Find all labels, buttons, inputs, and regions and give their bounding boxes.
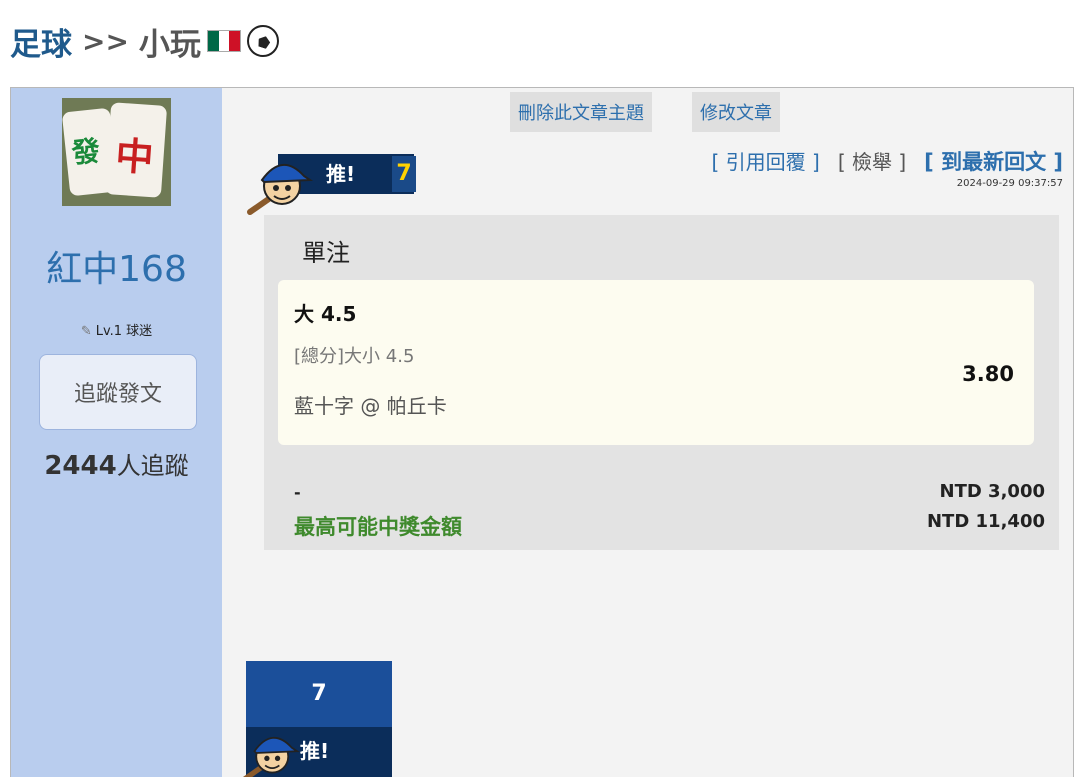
avatar[interactable]: 發 中 [62,98,171,206]
post-content: 刪除此文章主題 修改文章 推! 7 [ 引用回覆 ] [ 檢舉 ] [ 到最新回… [222,88,1073,777]
avatar-tile: 中 [104,102,168,198]
post-frame: 發 中 紅中168 ✎ Lv.1 球迷 追蹤發文 2444人追蹤 刪除此文章主題 … [10,87,1074,777]
author-level-text: Lv.1 球迷 [95,324,153,339]
bet-type: 單注 [302,239,350,267]
push-label-bottom: 推! [300,739,330,763]
bet-odds: 3.80 [962,362,1014,386]
author-sidebar: 發 中 紅中168 ✎ Lv.1 球迷 追蹤發文 2444人追蹤 [11,88,222,777]
push-button[interactable]: 推! 7 [244,146,422,215]
push-button-bottom[interactable]: 7 推! [242,661,392,777]
delete-topic-button[interactable]: 刪除此文章主題 [510,92,652,132]
follower-number: 2444 [44,451,117,481]
author-level: ✎ Lv.1 球迷 [11,320,222,339]
report-link[interactable]: [ 檢舉 ] [838,146,906,176]
follow-button[interactable]: 追蹤發文 [39,354,197,430]
mexico-flag-icon [206,30,241,52]
breadcrumb-separator: >> [82,24,129,58]
bet-slip: 單注 大 4.5 [總分]大小 4.5 藍十字 @ 帕丘卡 3.80 - NTD… [264,215,1059,550]
breadcrumb-root-link[interactable]: 足球 [10,19,72,64]
follower-suffix: 人追蹤 [116,452,189,480]
edit-post-button[interactable]: 修改文章 [692,92,780,132]
stake-amount: NTD 3,000 [939,481,1046,502]
post-timestamp: 2024-09-29 09:37:57 [956,178,1063,189]
avatar-tile-char: 發 [70,134,102,170]
baseball-mascot-icon [247,164,314,215]
bet-selection-card: 大 4.5 [總分]大小 4.5 藍十字 @ 帕丘卡 3.80 [278,280,1034,445]
follower-count: 2444人追蹤 [11,446,222,481]
post-links: [ 引用回覆 ] [ 檢舉 ] [ 到最新回文 ] [712,146,1063,176]
push-count: 7 [392,156,416,192]
bet-market: [總分]大小 4.5 [294,346,415,367]
breadcrumb-current[interactable]: 小玩 [139,19,201,64]
avatar-tile-char: 中 [114,132,156,181]
author-name[interactable]: 紅中168 [11,240,222,292]
bet-pick: 大 4.5 [294,302,357,326]
quote-reply-link[interactable]: [ 引用回覆 ] [712,146,820,176]
bet-match: 藍十字 @ 帕丘卡 [294,394,447,418]
latest-reply-link[interactable]: [ 到最新回文 ] [924,146,1063,176]
breadcrumb: 足球 >> 小玩 [10,19,279,64]
push-count-bottom: 7 [246,661,392,727]
stake-label: - [294,483,301,502]
pencil-icon: ✎ [80,324,92,339]
soccer-ball-icon [246,25,279,57]
max-win-label: 最高可能中獎金額 [294,515,462,539]
push-label: 推! [326,162,356,186]
max-win-amount: NTD 11,400 [926,511,1045,532]
